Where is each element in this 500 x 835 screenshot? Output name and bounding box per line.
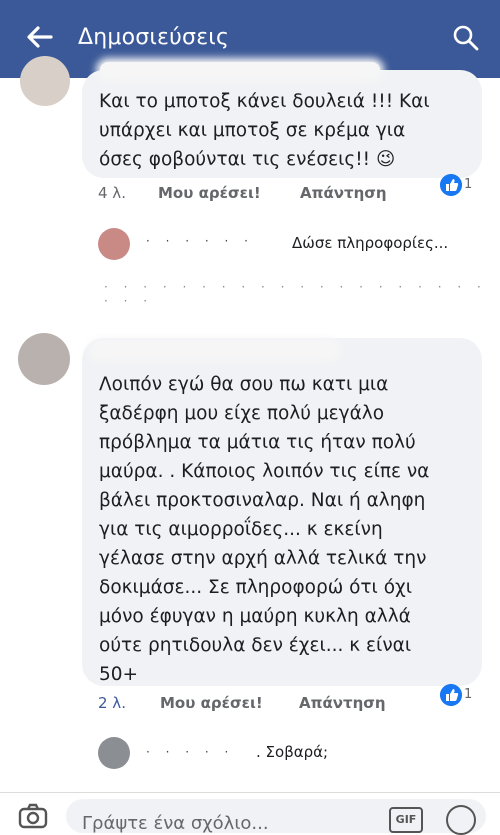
redacted-author: · · · · · · [146, 234, 254, 248]
reply-text: . Σοβαρά; [256, 743, 329, 761]
like-button[interactable]: Μου αρέσει! [158, 184, 261, 202]
like-button[interactable]: Μου αρέσει! [160, 694, 263, 712]
page-title: Δημοσιεύσεις [78, 25, 230, 50]
like-reaction-icon[interactable] [440, 684, 462, 706]
gif-button[interactable]: GIF [389, 807, 423, 833]
avatar[interactable] [98, 228, 130, 260]
comment-bubble: Και το μποτοξ κάνει δουλειά !!! Και υπάρ… [82, 62, 482, 178]
search-icon[interactable] [452, 24, 480, 52]
like-reaction-icon[interactable] [440, 174, 462, 196]
reply-text: Δώσε πληροφορίες... [292, 234, 449, 252]
redacted-reply: · · · · · · · · · · · · · · · · · · · · … [104, 280, 487, 308]
comment-text: Και το μποτοξ κάνει δουλειά !!! Και υπάρ… [99, 91, 430, 170]
comment-bubble: Λοιπόν εγώ θα σου πω κατι μια ξαδέρφη μο… [82, 338, 482, 686]
avatar[interactable] [18, 333, 70, 385]
avatar[interactable] [20, 56, 70, 106]
arrow-left-icon[interactable] [24, 22, 54, 52]
comment-composer: Γράψτε ένα σχόλιο... GIF [0, 792, 500, 835]
redacted-author: · · · · · [146, 745, 235, 759]
comment-time: 2 λ. [98, 694, 126, 712]
camera-icon[interactable] [18, 803, 48, 829]
comment-text: Λοιπόν εγώ θα σου πω κατι μια ξαδέρφη μο… [99, 374, 430, 685]
reply-button[interactable]: Απάντηση [300, 184, 387, 202]
redacted-author [100, 62, 380, 78]
redacted-author [92, 342, 337, 358]
avatar[interactable] [98, 737, 130, 769]
comment-time: 4 λ. [98, 184, 126, 202]
reply-button[interactable]: Απάντηση [299, 694, 386, 712]
reaction-count: 1 [464, 687, 473, 702]
reaction-count: 1 [464, 177, 473, 192]
